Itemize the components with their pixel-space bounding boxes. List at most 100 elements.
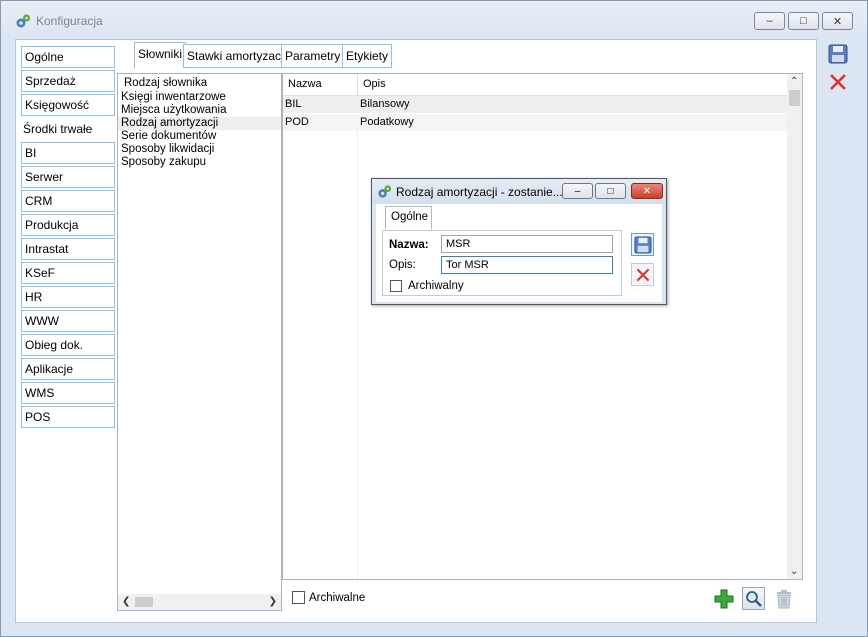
floppy-icon: [633, 235, 652, 254]
maximize-button[interactable]: □: [788, 12, 819, 30]
column-divider: [357, 74, 358, 96]
nav-item-wms[interactable]: WMS: [21, 382, 115, 404]
nav-item-www[interactable]: WWW: [21, 310, 115, 332]
tab-stawki-amortyzacji[interactable]: Stawki amortyzacji: [183, 44, 291, 68]
nav-item-ksef[interactable]: KSeF: [21, 262, 115, 284]
cell-nazwa: POD: [285, 116, 309, 128]
archiwalny-checkbox[interactable]: [390, 280, 402, 292]
scroll-thumb[interactable]: [789, 90, 800, 106]
cell-opis: Bilansowy: [360, 98, 410, 110]
floppy-icon: [828, 44, 847, 63]
dictionary-item-miejsca[interactable]: Miejsca użytkowania: [121, 104, 226, 116]
nav-item-label: KSeF: [25, 266, 56, 280]
rodzaj-amortyzacji-dialog: Rodzaj amortyzacji - zostanie... – □ ✕ O…: [371, 178, 667, 305]
dialog-title: Rodzaj amortyzacji - zostanie...: [396, 185, 563, 199]
nav-item-sprzedaz[interactable]: Sprzedaż: [21, 70, 115, 92]
dictionary-list: Rodzaj słownika Księgi inwentarzowe Miej…: [117, 73, 282, 611]
dictionary-item-ksiegi[interactable]: Księgi inwentarzowe: [121, 91, 226, 103]
dictionary-item-zakupu[interactable]: Sposoby zakupu: [121, 156, 206, 168]
nav-item-ogolne[interactable]: Ogólne: [21, 46, 115, 68]
archiwalne-checkbox[interactable]: [292, 591, 305, 604]
gears-icon: [378, 185, 392, 198]
close-icon: ✕: [832, 15, 843, 28]
nav-item-label: Sprzedaż: [25, 74, 76, 88]
nav-item-ksiegowosc[interactable]: Księgowość: [21, 94, 115, 116]
table-row[interactable]: POD Podatkowy: [283, 114, 787, 131]
close-x-icon: [636, 268, 649, 281]
tab-label: Parametry: [285, 49, 341, 63]
scroll-left-icon[interactable]: ❮: [122, 596, 130, 607]
grid-header: Nazwa Opis: [283, 74, 787, 96]
nav-item-hr[interactable]: HR: [21, 286, 115, 308]
column-header-opis[interactable]: Opis: [363, 78, 386, 90]
dialog-cancel-button[interactable]: [631, 263, 654, 286]
column-header-nazwa[interactable]: Nazwa: [288, 78, 322, 90]
nav-item-obieg-dok[interactable]: Obieg dok.: [21, 334, 115, 356]
nav-item-pos[interactable]: POS: [21, 406, 115, 428]
dialog-save-button[interactable]: [631, 233, 654, 256]
add-button[interactable]: [712, 587, 735, 610]
opis-label: Opis:: [389, 259, 416, 271]
save-button[interactable]: [826, 42, 849, 65]
nav-item-produkcja[interactable]: Produkcja: [21, 214, 115, 236]
nav-item-label: BI: [25, 146, 37, 160]
dictionary-item-likwidacji[interactable]: Sposoby likwidacji: [121, 143, 214, 155]
dialog-maximize-button[interactable]: □: [595, 183, 626, 199]
nav-item-label: Aplikacje: [25, 362, 74, 376]
nav-item-aplikacje[interactable]: Aplikacje: [21, 358, 115, 380]
close-window-button[interactable]: ✕: [822, 12, 853, 30]
dialog-tab-ogolne[interactable]: Ogólne: [385, 206, 432, 230]
search-button[interactable]: [742, 587, 765, 610]
nav-item-label: WMS: [25, 386, 55, 400]
nav-item-label: Intrastat: [25, 242, 69, 256]
nav-item-srodki-trwale[interactable]: Środki trwałe: [19, 118, 113, 140]
nav-item-label: Produkcja: [25, 218, 79, 232]
opis-value: Tor MSR: [446, 259, 489, 271]
opis-field[interactable]: Tor MSR: [441, 256, 613, 274]
tab-parametry[interactable]: Parametry: [281, 44, 345, 68]
content-area: Ogólne Sprzedaż Księgowość Środki trwałe…: [15, 39, 817, 623]
minimize-icon: –: [574, 185, 581, 197]
dialog-form: Nazwa: MSR Opis: Tor MSR Archiwalny: [382, 230, 622, 296]
nazwa-value: MSR: [446, 238, 471, 250]
dictionary-item-rodzaj-amortyzacji[interactable]: Rodzaj amortyzacji: [121, 117, 218, 129]
cancel-button[interactable]: [826, 70, 849, 93]
nav-item-label: Obieg dok.: [25, 338, 84, 352]
data-grid: Nazwa Opis BIL Bilansowy POD Podatkowy ⌃…: [282, 73, 803, 580]
dialog-body: Ogólne Nazwa: MSR Opis: Tor MSR Archiwal…: [376, 204, 662, 302]
scroll-thumb[interactable]: [135, 597, 153, 607]
archiwalny-label: Archiwalny: [408, 280, 464, 292]
minimize-button[interactable]: –: [754, 12, 785, 30]
dictionary-item-serie[interactable]: Serie dokumentów: [121, 130, 216, 142]
scroll-right-icon[interactable]: ❯: [269, 596, 277, 607]
table-row[interactable]: BIL Bilansowy: [283, 96, 787, 113]
nav-item-crm[interactable]: CRM: [21, 190, 115, 212]
horizontal-scrollbar[interactable]: ❮ ❯: [118, 594, 281, 610]
scroll-down-icon[interactable]: ⌄: [790, 566, 798, 577]
gears-icon: [16, 14, 30, 28]
trash-icon: [776, 589, 791, 608]
nazwa-field[interactable]: MSR: [441, 235, 613, 253]
cell-opis: Podatkowy: [360, 116, 414, 128]
scroll-up-icon[interactable]: ⌃: [790, 76, 798, 87]
magnifier-icon: [745, 590, 762, 607]
tab-label: Ogólne: [391, 211, 429, 223]
delete-button[interactable]: [772, 587, 795, 610]
tab-etykiety[interactable]: Etykiety: [342, 44, 393, 68]
nav-item-intrastat[interactable]: Intrastat: [21, 238, 115, 260]
maximize-icon: □: [607, 185, 614, 197]
dictionary-header: Rodzaj słownika: [124, 77, 208, 89]
nav-item-label: Ogólne: [25, 50, 64, 64]
nav-item-label: HR: [25, 290, 43, 304]
dialog-close-button[interactable]: ✕: [631, 183, 663, 199]
nav-item-label: WWW: [25, 314, 59, 328]
tab-label: Słowniki: [138, 47, 183, 61]
column-divider: [357, 96, 358, 579]
vertical-scrollbar[interactable]: ⌃ ⌄: [787, 74, 802, 579]
cell-nazwa: BIL: [285, 98, 302, 110]
dialog-minimize-button[interactable]: –: [562, 183, 593, 199]
nazwa-label: Nazwa:: [389, 239, 429, 251]
nav-item-bi[interactable]: BI: [21, 142, 115, 164]
nav-item-serwer-wydrukow[interactable]: Serwer wydruków: [21, 166, 115, 204]
tab-slowniki[interactable]: Słowniki: [134, 42, 187, 69]
